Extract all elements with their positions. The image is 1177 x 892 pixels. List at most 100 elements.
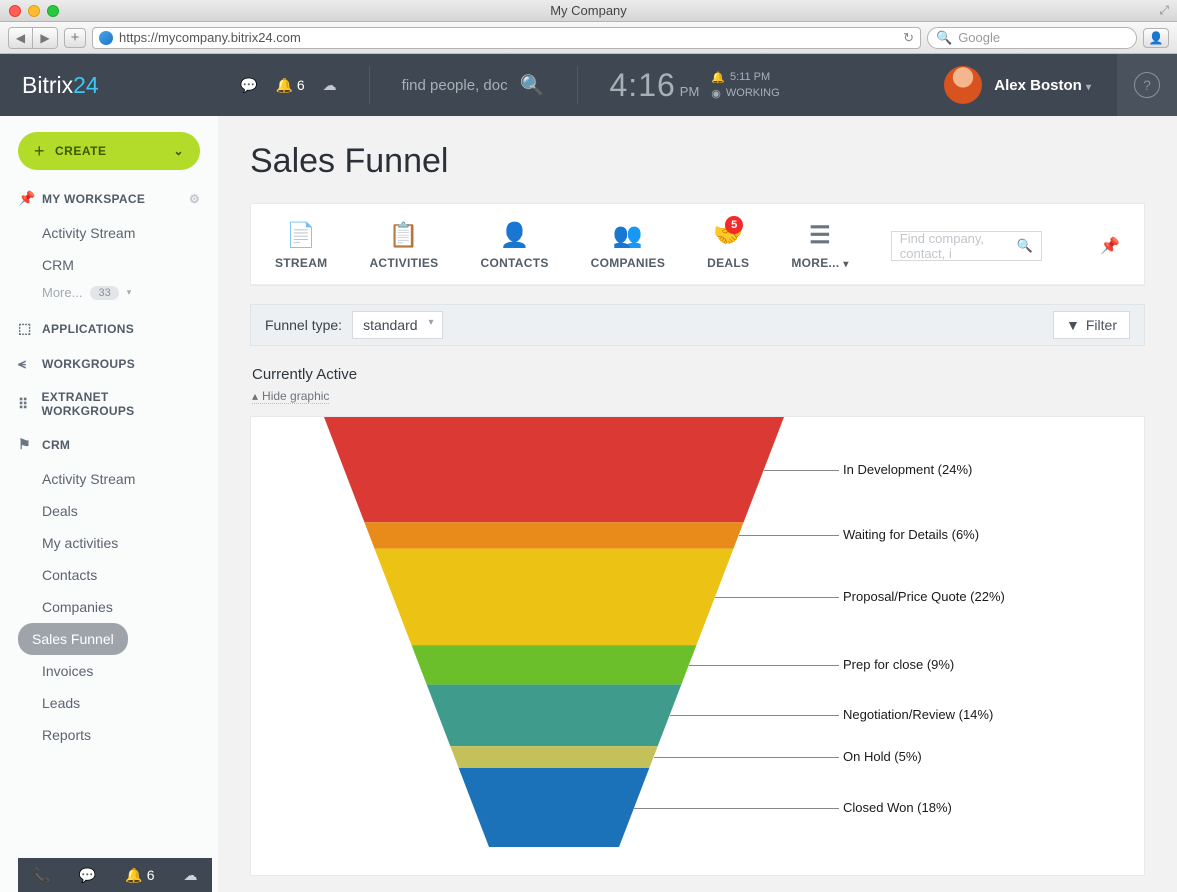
new-tab-button[interactable]: +: [64, 28, 86, 48]
extranet-icon: ⠿: [18, 396, 33, 413]
search-icon: 🔍: [520, 73, 545, 98]
chart-title: Currently Active: [252, 366, 1145, 383]
phone-icon[interactable]: 📞: [32, 867, 49, 884]
funnel-label-5: On Hold (5%): [843, 749, 922, 764]
url-bar[interactable]: https://mycompany.bitrix24.com ↻: [92, 27, 921, 49]
tab-stream[interactable]: 📄STREAM: [275, 222, 327, 270]
expand-icon[interactable]: ⤢: [1159, 3, 1169, 18]
label-line: [715, 597, 839, 598]
brand-logo[interactable]: Bitrix24: [0, 72, 240, 99]
more-icon: ☰: [809, 222, 831, 248]
chat-icon[interactable]: 💬: [79, 867, 96, 884]
sidebar-item-leads[interactable]: Leads: [18, 687, 200, 719]
sidebar-section-crm[interactable]: ⚑CRM: [18, 436, 200, 453]
clock: 4:16 PM: [610, 67, 700, 104]
user-menu[interactable]: Alex Boston ▾: [994, 77, 1091, 94]
tab-deals[interactable]: 🤝DEALS5: [707, 222, 749, 270]
globe-icon: [99, 31, 113, 45]
create-button[interactable]: + CREATE ⌄: [18, 132, 200, 170]
funnel-segment-3[interactable]: [412, 645, 697, 684]
funnel-segment-1[interactable]: [364, 522, 743, 548]
sidebar-item-invoices[interactable]: Invoices: [18, 655, 200, 687]
funnel-segment-6[interactable]: [459, 768, 650, 847]
pin-icon[interactable]: 📌: [1100, 236, 1120, 256]
companies-icon: 👥: [613, 222, 643, 248]
sidebar-item-activity-stream[interactable]: Activity Stream: [18, 217, 200, 249]
reader-button[interactable]: 👤: [1143, 28, 1169, 48]
stream-icon: 📄: [286, 222, 316, 248]
contacts-icon: 👤: [499, 222, 529, 248]
sidebar-item-deals[interactable]: Deals: [18, 495, 200, 527]
sidebar-section-workgroups[interactable]: ⪪WORKGROUPS: [18, 355, 200, 372]
filter-bar: Funnel type: standard ▼Filter: [250, 304, 1145, 346]
forward-button[interactable]: ▶: [33, 28, 57, 48]
search-placeholder: Google: [958, 30, 1000, 45]
sidebar: + CREATE ⌄ 📌MY WORKSPACE⚙ Activity Strea…: [0, 116, 218, 892]
funnel-type-label: Funnel type:: [265, 317, 342, 333]
minimize-icon[interactable]: [28, 5, 40, 17]
sidebar-item-contacts[interactable]: Contacts: [18, 559, 200, 591]
sidebar-item-sales-funnel[interactable]: Sales Funnel: [18, 623, 128, 655]
label-line: [634, 808, 839, 809]
chevron-down-icon: ⌄: [173, 144, 184, 158]
reload-icon[interactable]: ↻: [903, 30, 914, 46]
mac-titlebar: My Company ⤢: [0, 0, 1177, 22]
zoom-icon[interactable]: [47, 5, 59, 17]
notification-icon[interactable]: 🔔 6: [275, 77, 304, 94]
cloud-icon[interactable]: ☁: [323, 77, 337, 94]
window-title: My Company: [550, 3, 627, 18]
cloud-icon[interactable]: ☁: [184, 867, 198, 884]
chevron-down-icon: ▾: [127, 287, 132, 298]
funnel-label-3: Prep for close (9%): [843, 657, 954, 672]
chat-icon[interactable]: 💬: [240, 77, 257, 94]
flag-icon: ⚑: [18, 436, 34, 453]
plus-icon: +: [34, 141, 45, 162]
label-line: [670, 715, 839, 716]
back-button[interactable]: ◀: [9, 28, 33, 48]
sidebar-item-activity-stream[interactable]: Activity Stream: [18, 463, 200, 495]
browser-toolbar: ◀ ▶ + https://mycompany.bitrix24.com ↻ 🔍…: [0, 22, 1177, 54]
tab-companies[interactable]: 👥COMPANIES: [591, 222, 665, 270]
bottom-bar: 📞 💬 🔔 6 ☁: [18, 858, 212, 892]
global-search[interactable]: find people, doc 🔍: [402, 73, 545, 98]
sidebar-item-crm[interactable]: CRM: [18, 249, 200, 281]
close-icon[interactable]: [9, 5, 21, 17]
tab-more[interactable]: ☰MORE...▾: [791, 222, 848, 270]
avatar[interactable]: [944, 66, 982, 104]
funnel-segment-5[interactable]: [450, 746, 657, 768]
label-line: [654, 757, 839, 758]
filter-button[interactable]: ▼Filter: [1053, 311, 1130, 339]
sidebar-item-companies[interactable]: Companies: [18, 591, 200, 623]
chevron-up-icon: ▴: [252, 389, 258, 403]
funnel-type-select[interactable]: standard: [352, 311, 442, 339]
sidebar-more[interactable]: More...33▾: [18, 285, 131, 300]
funnel-label-2: Proposal/Price Quote (22%): [843, 589, 1005, 604]
hide-graphic-toggle[interactable]: ▴Hide graphic: [252, 389, 329, 404]
notification-icon[interactable]: 🔔 6: [125, 867, 154, 884]
gear-icon[interactable]: ⚙: [189, 192, 200, 206]
label-line: [739, 535, 839, 536]
app-header: Bitrix24 💬 🔔 6 ☁ find people, doc 🔍 4:16…: [0, 54, 1177, 116]
search-icon: 🔍: [1017, 238, 1033, 254]
funnel-segment-4[interactable]: [427, 685, 682, 746]
label-line: [764, 470, 839, 471]
tab-contacts[interactable]: 👤CONTACTS: [480, 222, 548, 270]
browser-search[interactable]: 🔍 Google: [927, 27, 1137, 49]
main-content: Sales Funnel 📄STREAM 📋ACTIVITIES 👤CONTAC…: [218, 116, 1177, 892]
label-line: [689, 665, 839, 666]
share-icon: ⪪: [18, 355, 34, 372]
funnel-segment-0[interactable]: [324, 417, 784, 522]
funnel-label-6: Closed Won (18%): [843, 800, 952, 815]
sidebar-item-my-activities[interactable]: My activities: [18, 527, 200, 559]
sidebar-section-applications[interactable]: ⬚APPLICATIONS: [18, 320, 200, 337]
tab-activities[interactable]: 📋ACTIVITIES: [369, 222, 438, 270]
activities-icon: 📋: [389, 222, 419, 248]
sidebar-section-workspace[interactable]: 📌MY WORKSPACE⚙: [18, 190, 200, 207]
funnel-segment-2[interactable]: [375, 549, 734, 646]
crm-search-input[interactable]: Find company, contact, i🔍: [891, 231, 1042, 261]
help-button[interactable]: ?: [1117, 54, 1177, 116]
sidebar-section-extranet[interactable]: ⠿EXTRANET WORKGROUPS: [18, 390, 200, 418]
chevron-down-icon: ▾: [843, 259, 848, 270]
sidebar-item-reports[interactable]: Reports: [18, 719, 200, 751]
url-text: https://mycompany.bitrix24.com: [119, 30, 301, 45]
